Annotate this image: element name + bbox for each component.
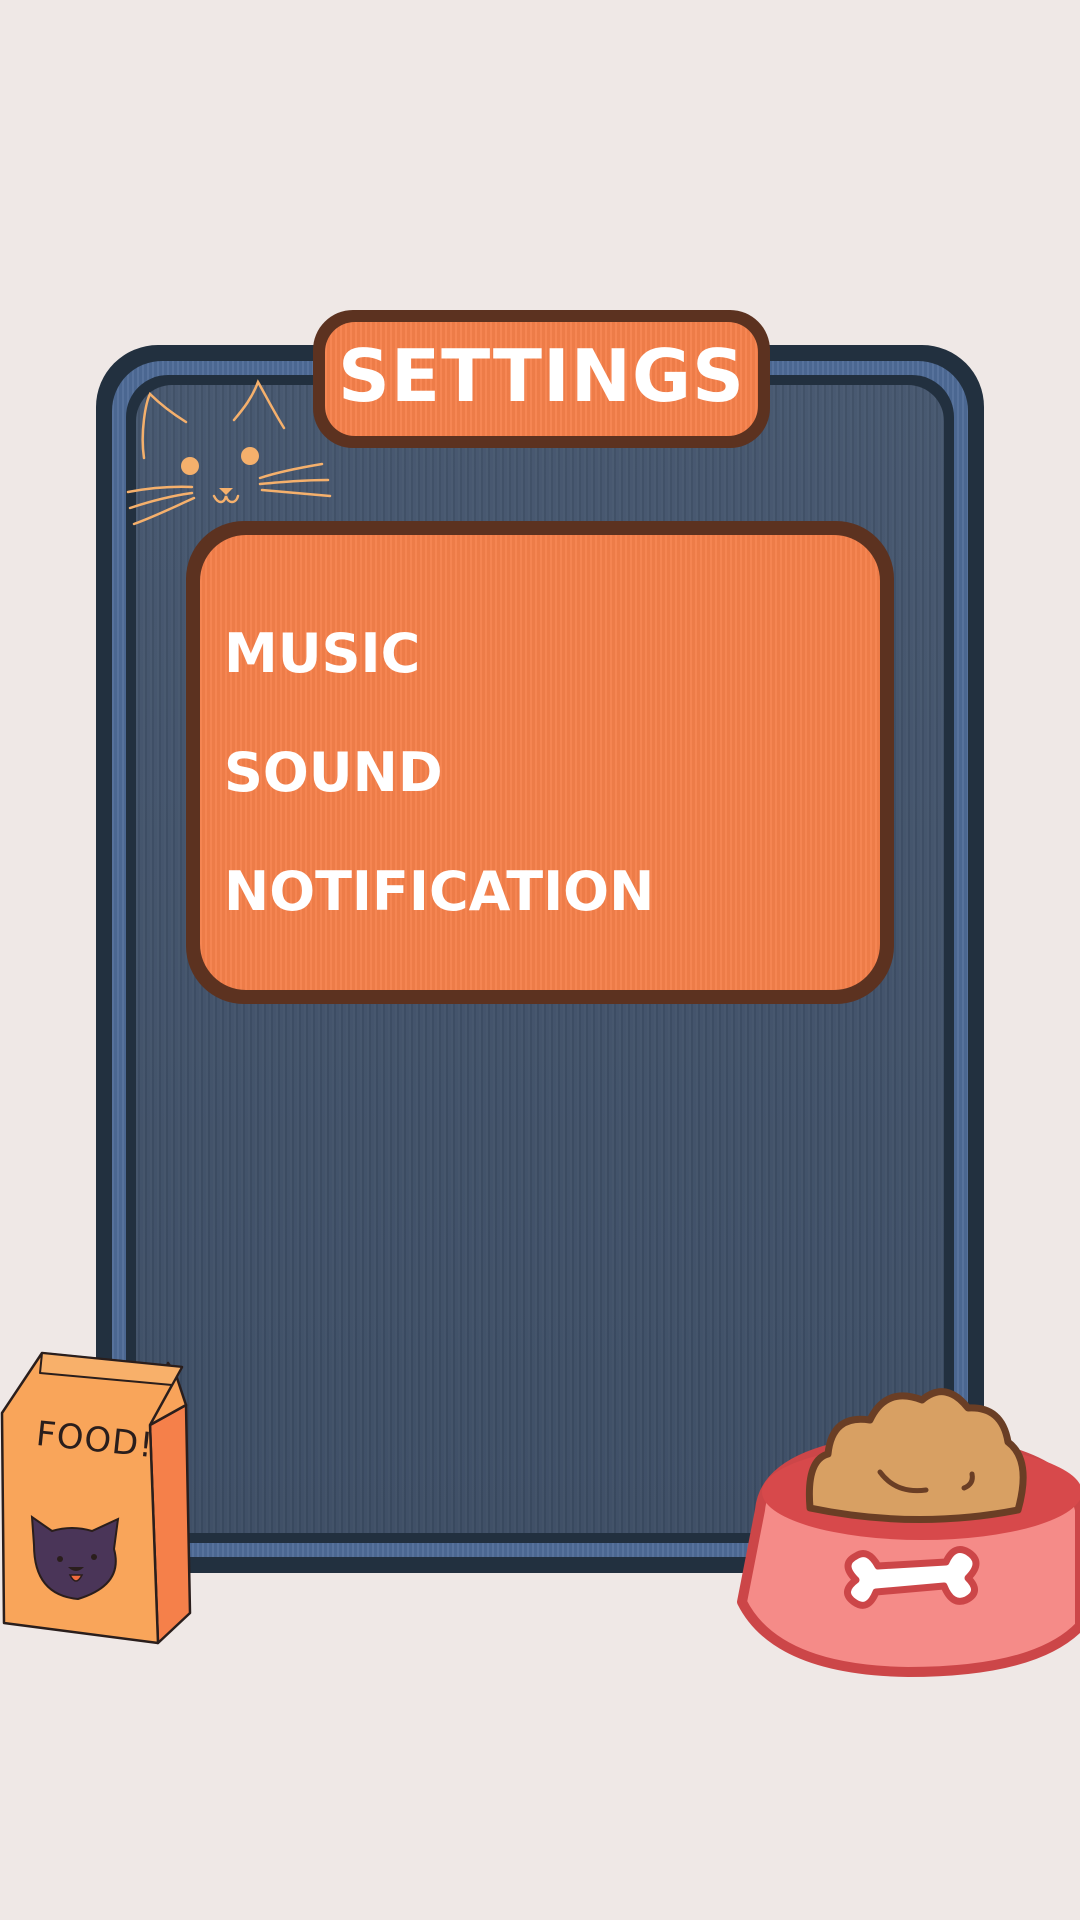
menu-item-sound[interactable]: SOUND: [224, 746, 443, 800]
settings-menu-panel-inner: MUSIC SOUND NOTIFICATION: [200, 535, 880, 990]
food-bag-icon: [0, 1351, 192, 1645]
settings-menu-panel: MUSIC SOUND NOTIFICATION: [186, 521, 894, 1004]
page-title: SETTINGS: [338, 334, 745, 418]
title-plaque-inner: SETTINGS: [325, 322, 758, 436]
title-plaque: SETTINGS: [313, 310, 770, 448]
menu-item-notification[interactable]: NOTIFICATION: [224, 865, 654, 919]
menu-item-music[interactable]: MUSIC: [224, 627, 420, 681]
pet-bowl-icon: [737, 1388, 1080, 1677]
cat-face-icon: [126, 379, 332, 526]
